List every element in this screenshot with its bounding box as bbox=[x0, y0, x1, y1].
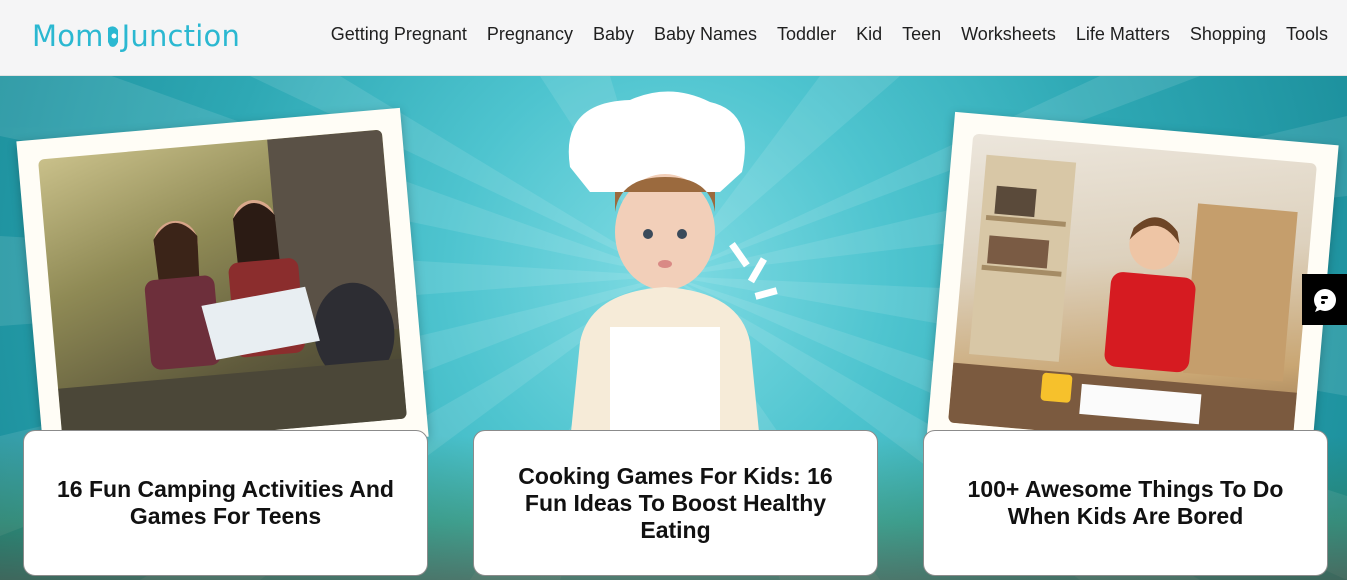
feedback-icon bbox=[1313, 288, 1336, 312]
nav-tools[interactable]: Tools bbox=[1286, 24, 1328, 45]
photo-kid-bored[interactable] bbox=[926, 111, 1339, 475]
nav-baby[interactable]: Baby bbox=[593, 24, 634, 45]
kid-playing-photo-illustration bbox=[948, 154, 1298, 453]
logo[interactable]: Mom Junction bbox=[32, 17, 240, 55]
photo-camping[interactable] bbox=[16, 107, 429, 471]
nav-kid[interactable]: Kid bbox=[856, 24, 882, 45]
nav-teen[interactable]: Teen bbox=[902, 24, 941, 45]
nav-pregnancy[interactable]: Pregnancy bbox=[487, 24, 573, 45]
nav-baby-names[interactable]: Baby Names bbox=[654, 24, 757, 45]
logo-text-junction: Junction bbox=[121, 19, 241, 53]
logo-text-mom: Mom bbox=[32, 19, 104, 53]
article-title-camping: 16 Fun Camping Activities And Games For … bbox=[57, 476, 394, 529]
hero-banner: 16 Fun Camping Activities And Games For … bbox=[0, 76, 1347, 580]
feedback-button[interactable] bbox=[1302, 274, 1347, 325]
main-nav: Getting Pregnant Pregnancy Baby Baby Nam… bbox=[331, 24, 1328, 45]
site-header: Mom Junction Getting Pregnant Pregnancy … bbox=[0, 0, 1347, 76]
nav-shopping[interactable]: Shopping bbox=[1190, 24, 1266, 45]
nav-getting-pregnant[interactable]: Getting Pregnant bbox=[331, 24, 467, 45]
camping-photo-illustration bbox=[58, 129, 407, 449]
article-card-things-to-do[interactable]: 100+ Awesome Things To Do When Kids Are … bbox=[923, 430, 1328, 576]
chef-girl-image bbox=[568, 91, 778, 442]
logo-mark-icon bbox=[107, 26, 118, 47]
nav-toddler[interactable]: Toddler bbox=[777, 24, 836, 45]
article-title-cooking-games: Cooking Games For Kids: 16 Fun Ideas To … bbox=[518, 462, 833, 543]
article-card-camping[interactable]: 16 Fun Camping Activities And Games For … bbox=[23, 430, 428, 576]
article-card-cooking-games[interactable]: Cooking Games For Kids: 16 Fun Ideas To … bbox=[473, 430, 878, 576]
article-title-things-to-do: 100+ Awesome Things To Do When Kids Are … bbox=[967, 476, 1284, 529]
nav-worksheets[interactable]: Worksheets bbox=[961, 24, 1056, 45]
nav-life-matters[interactable]: Life Matters bbox=[1076, 24, 1170, 45]
